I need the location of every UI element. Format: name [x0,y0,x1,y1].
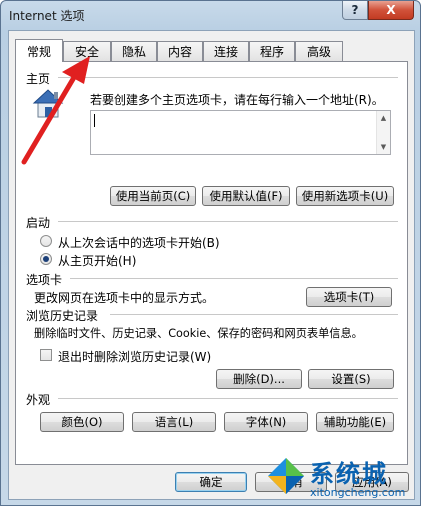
text-caret [94,114,95,127]
tab-general[interactable]: 常规 [15,39,63,62]
tab-connections[interactable]: 连接 [203,41,249,61]
dialog-client: 常规 安全 隐私 内容 连接 程序 高级 主页 若要创建多个主页选项卡，请在每行… [8,30,415,500]
use-default-button[interactable]: 使用默认值(F) [202,186,290,206]
startup-home-page-radio[interactable] [40,253,52,265]
fonts-button[interactable]: 字体(N) [224,412,308,432]
tabs-divider [70,278,398,279]
delete-history-on-exit-label[interactable]: 退出时删除浏览历史记录(W) [58,348,211,365]
tab-content[interactable]: 内容 [157,41,203,61]
tab-security[interactable]: 安全 [63,41,111,61]
tabs-settings-button[interactable]: 选项卡(T) [306,287,392,307]
startup-home-page-label[interactable]: 从主页开始(H) [58,252,136,269]
startup-section-label: 启动 [26,216,51,230]
use-new-tab-button[interactable]: 使用新选项卡(U) [296,186,394,206]
close-icon: X [386,3,396,17]
history-section-label: 浏览历史记录 [26,309,99,323]
appearance-section-label: 外观 [26,393,51,407]
general-tab-panel: 主页 若要创建多个主页选项卡，请在每行输入一个地址(R)。 ▲ ▼ 使用当前页(… [15,61,408,465]
history-settings-button[interactable]: 设置(S) [308,369,394,389]
home-divider [58,77,398,78]
window-title: Internet 选项 [9,9,85,23]
tab-programs[interactable]: 程序 [249,41,295,61]
tab-advanced[interactable]: 高级 [295,41,343,61]
watermark-brand: 系统城 [310,460,388,488]
internet-options-window: Internet 选项 ? X 常规 安全 隐私 内容 连接 程序 高级 主页 [0,0,421,506]
use-current-page-button[interactable]: 使用当前页(C) [110,186,196,206]
scroll-down-icon[interactable]: ▼ [377,141,390,153]
history-divider [110,314,398,315]
watermark-logo-icon [268,458,304,494]
address-scrollbar[interactable]: ▲ ▼ [376,111,390,154]
accessibility-button[interactable]: 辅助功能(E) [316,412,394,432]
colors-button[interactable]: 颜色(O) [40,412,124,432]
close-button[interactable]: X [368,1,414,20]
help-button[interactable]: ? [342,1,368,20]
scroll-up-icon[interactable]: ▲ [377,112,390,124]
languages-button[interactable]: 语言(L) [132,412,216,432]
home-description: 若要创建多个主页选项卡，请在每行输入一个地址(R)。 [90,93,384,107]
tab-privacy[interactable]: 隐私 [111,41,157,61]
tabs-description: 更改网页在选项卡中的显示方式。 [34,291,215,305]
history-description: 删除临时文件、历史记录、Cookie、保存的密码和网页表单信息。 [34,327,363,340]
delete-history-button[interactable]: 删除(D)... [216,369,302,389]
startup-last-session-label[interactable]: 从上次会话中的选项卡开始(B) [58,234,220,251]
home-icon [30,86,66,120]
startup-divider [58,221,398,222]
title-bar[interactable]: Internet 选项 ? X [1,1,420,29]
watermark-domain: xitongcheng.com [310,486,406,499]
help-icon: ? [351,3,359,17]
watermark: 系统城 xitongcheng.com [266,454,418,504]
tabs-section-label: 选项卡 [26,273,63,287]
home-section-label: 主页 [26,72,51,86]
appearance-divider [58,398,398,399]
home-page-address-input[interactable]: ▲ ▼ [90,110,391,155]
ok-button[interactable]: 确定 [175,472,247,492]
delete-history-on-exit-checkbox[interactable] [40,349,52,361]
startup-last-session-radio[interactable] [40,235,52,247]
